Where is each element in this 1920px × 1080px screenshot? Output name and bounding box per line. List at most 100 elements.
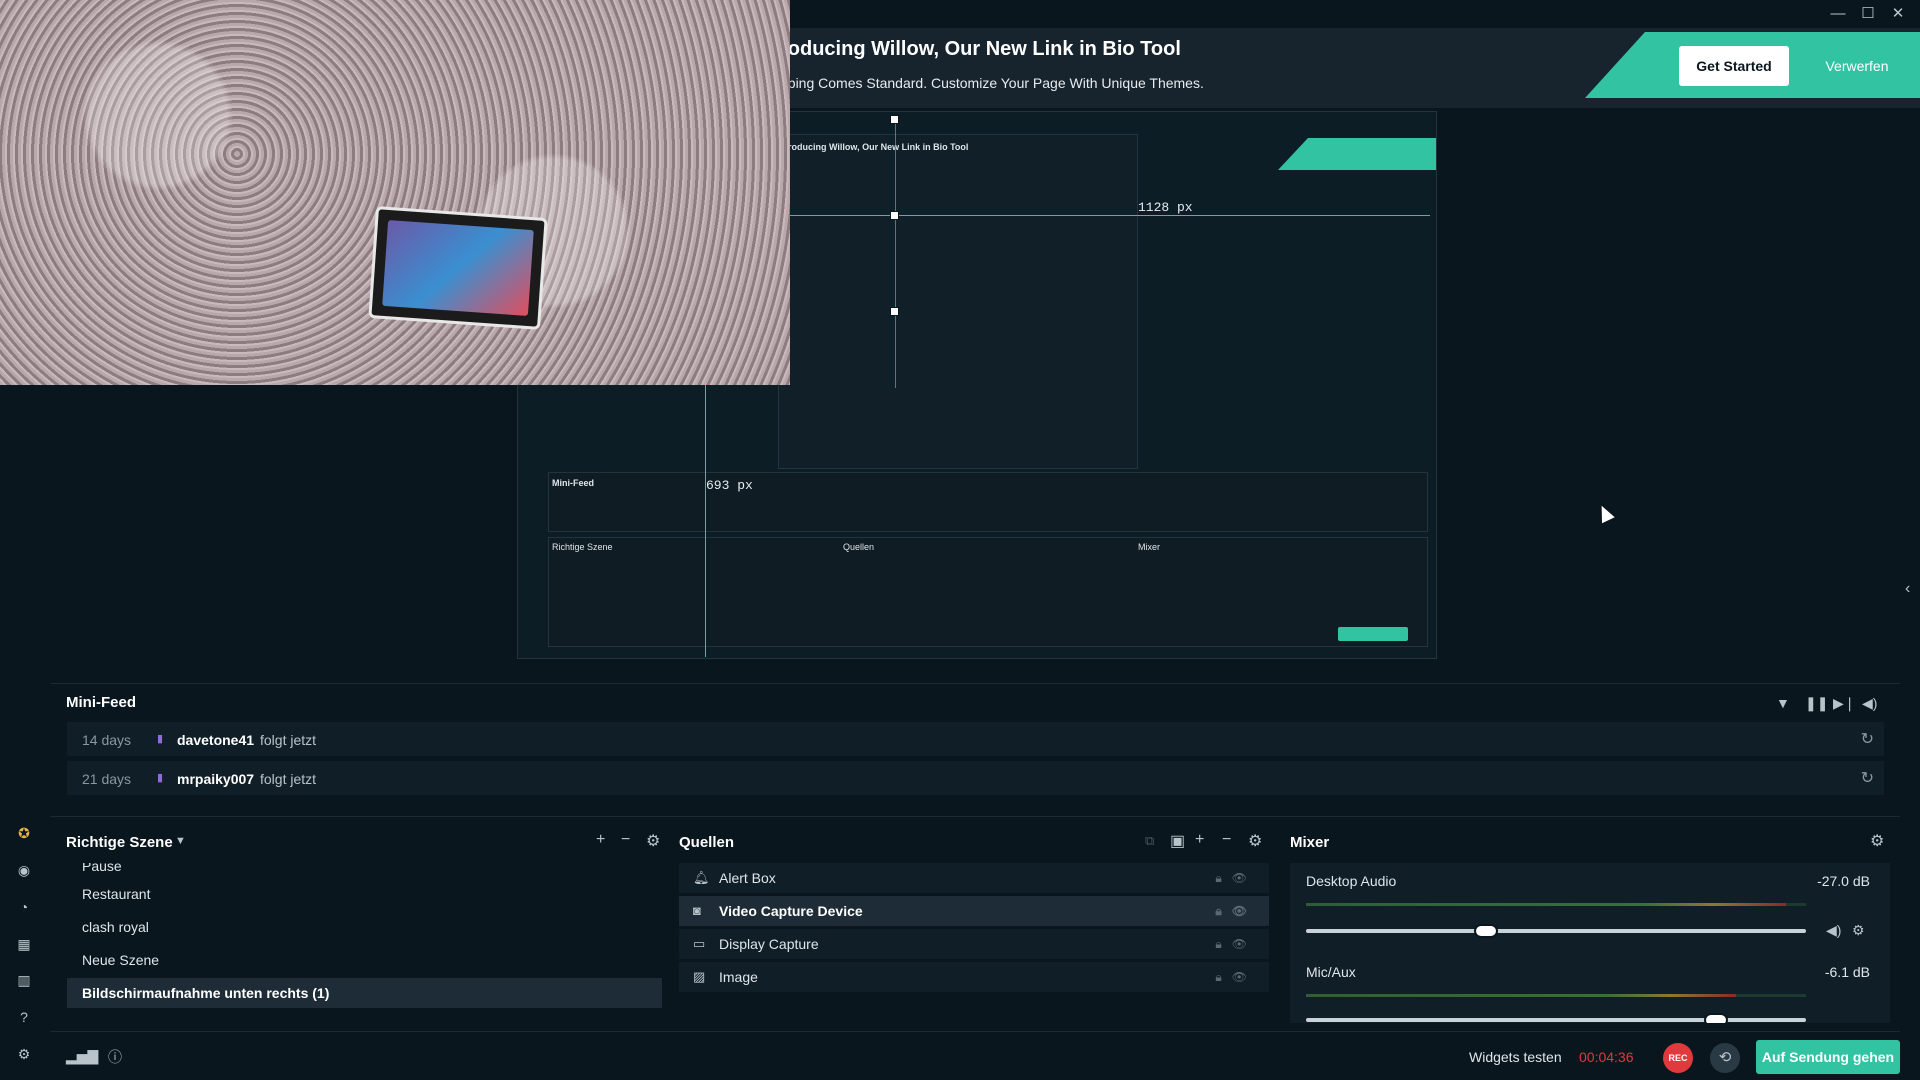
resize-handle-top[interactable] (890, 115, 899, 124)
go-live-button[interactable]: Auf Sendung gehen (1756, 1040, 1900, 1074)
feed-event-user[interactable]: davetone41 (177, 732, 254, 748)
feed-event-action: folgt jetzt (260, 771, 317, 787)
nested-mini-feed-title: Mini-Feed (552, 478, 594, 488)
nested-banner-title: roducing Willow, Our New Link in Bio Too… (788, 142, 969, 152)
source-item[interactable]: ▨ Image 🔒︎👁︎ (679, 962, 1269, 992)
snap-guide-horizontal (790, 215, 1430, 216)
filter-icon[interactable]: ▼ (1776, 695, 1790, 711)
resize-handle-middle[interactable] (890, 211, 899, 220)
nested-scenes-title: Richtige Szene (552, 542, 613, 552)
volume-slider-knob[interactable] (1474, 924, 1498, 938)
source-label: Alert Box (719, 870, 776, 886)
banner-subtitle: pping Comes Standard. Customize Your Pag… (780, 75, 1204, 91)
layout-icon[interactable]: ▦ (14, 934, 34, 954)
source-label: Image (719, 969, 758, 985)
scene-list: Pause Restaurant clash royal Neue Szene … (50, 863, 670, 1023)
audio-meter (1306, 903, 1806, 906)
test-widgets-link[interactable]: Widgets testen (1469, 1049, 1562, 1065)
mixer-channel-db: -6.1 dB (1824, 964, 1870, 980)
remove-scene-icon[interactable]: − (621, 831, 630, 849)
card-artwork (382, 220, 534, 316)
twitch-icon: ▮ (157, 733, 164, 745)
snap-guide-vertical (705, 385, 706, 657)
scene-item[interactable]: Restaurant (67, 879, 662, 909)
maximize-icon[interactable]: ☐ (1858, 4, 1878, 24)
mixer-channel-name: Desktop Audio (1306, 873, 1397, 889)
lock-visibility-icons[interactable]: 🔒︎👁︎ (1215, 962, 1257, 992)
twitch-icon: ▮ (157, 772, 164, 784)
mini-feed-title: Mini-Feed (66, 694, 136, 711)
scene-settings-icon[interactable]: ⚙ (646, 831, 660, 851)
source-label: Display Capture (719, 936, 819, 952)
minimize-icon[interactable]: — (1828, 4, 1848, 24)
guide-label-vertical: 693 px (706, 478, 753, 493)
skip-icon[interactable]: ▶❘ (1833, 695, 1856, 712)
lock-visibility-icons[interactable]: 🔒︎👁︎ (1215, 863, 1257, 893)
themes-icon[interactable]: ◉ (14, 860, 34, 880)
chat-icon[interactable]: ◔ (14, 897, 34, 917)
scene-item[interactable]: clash royal (67, 912, 662, 942)
nested-mini-feed (548, 472, 1428, 532)
source-settings-icon[interactable]: ⚙ (1248, 831, 1262, 851)
volume-icon[interactable]: ◀) (1862, 695, 1877, 712)
add-source-icon[interactable]: + (1195, 831, 1204, 849)
folder-icon[interactable]: ▣ (1170, 831, 1185, 851)
repeat-alert-icon[interactable]: ↻ (1861, 729, 1874, 749)
volume-slider-knob[interactable] (1704, 1013, 1728, 1023)
help-icon[interactable]: ? (14, 1007, 34, 1027)
volume-slider[interactable] (1306, 1018, 1806, 1022)
studio-mode-icon[interactable]: ✪ (14, 823, 34, 843)
feed-event-row: 14 days ▮ davetone41 folgt jetzt ↻ (67, 722, 1884, 756)
lock-visibility-icons[interactable]: 🔒︎👁︎ (1215, 896, 1257, 926)
record-button[interactable]: REC (1663, 1043, 1693, 1073)
footer-bar: ▂▅▇ ⓘ Widgets testen 00:04:36 REC ⟲ Auf … (50, 1031, 1900, 1080)
app-window: — ☐ ✕ roducing Willow, Our New Link in B… (0, 0, 1920, 1080)
source-item[interactable]: 🔔︎ Alert Box 🔒︎👁︎ (679, 863, 1269, 893)
scene-item[interactable]: Neue Szene (67, 945, 662, 975)
stats-icon[interactable]: ▂▅▇ (66, 1048, 98, 1065)
source-item[interactable]: ▭ Display Capture 🔒︎👁︎ (679, 929, 1269, 959)
settings-icon[interactable]: ⚙ (14, 1044, 34, 1064)
pokemon-code-card (368, 206, 548, 330)
mixer-settings-icon[interactable]: ⚙ (1870, 831, 1884, 851)
dismiss-button[interactable]: Verwerfen (1812, 46, 1902, 86)
replay-buffer-button[interactable]: ⟲ (1710, 1043, 1740, 1073)
chevron-left-icon[interactable]: ‹ (1905, 580, 1910, 598)
repeat-alert-icon[interactable]: ↻ (1861, 768, 1874, 788)
info-icon[interactable]: ⓘ (108, 1047, 122, 1067)
pause-icon[interactable]: ❚❚ (1805, 695, 1828, 712)
resize-handle-bottom[interactable] (890, 307, 899, 316)
nested-banner-accent (1278, 138, 1436, 170)
close-icon[interactable]: ✕ (1888, 4, 1908, 24)
stream-timer: 00:04:36 (1579, 1049, 1634, 1065)
webcam-icon: ◙ (693, 903, 701, 918)
speaker-icon[interactable]: ◀) (1826, 922, 1841, 939)
audio-meter (1306, 994, 1806, 997)
source-item-selected[interactable]: ◙ Video Capture Device 🔒︎👁︎ (679, 896, 1269, 926)
webcam-video-feed[interactable] (0, 0, 790, 385)
bell-icon: 🔔︎ (693, 870, 710, 885)
add-scene-icon[interactable]: + (596, 831, 605, 849)
nested-go-live-button (1338, 627, 1408, 641)
feed-event-action: folgt jetzt (260, 732, 317, 748)
scene-item-selected[interactable]: Bildschirmaufnahme unten rechts (1) (67, 978, 662, 1008)
image-icon: ▨ (693, 969, 706, 984)
remove-source-icon[interactable]: − (1222, 831, 1231, 849)
feed-event-time: 14 days (82, 732, 132, 748)
chevron-down-icon[interactable]: ▼ (175, 835, 186, 847)
scene-collection-title[interactable]: Richtige Szene (66, 834, 173, 851)
volume-slider[interactable] (1306, 929, 1806, 933)
channel-settings-icon[interactable]: ⚙ (1852, 922, 1865, 939)
nested-sources-title: Quellen (843, 542, 875, 552)
lock-visibility-icons[interactable]: 🔒︎👁︎ (1215, 929, 1257, 959)
sources-title: Quellen (679, 834, 735, 851)
feed-event-user[interactable]: mrpaiky007 (177, 771, 254, 787)
mixer-channel-db: -27.0 dB (1817, 873, 1870, 889)
get-started-button[interactable]: Get Started (1679, 46, 1789, 86)
nested-mixer-title: Mixer (1138, 542, 1160, 552)
monitor-icon: ▭ (693, 936, 706, 951)
nested-panels (548, 537, 1428, 647)
columns-icon[interactable]: ▥ (14, 970, 34, 990)
group-icon[interactable]: ⧉ (1145, 833, 1154, 849)
mixer-channel-name: Mic/Aux (1306, 964, 1356, 980)
